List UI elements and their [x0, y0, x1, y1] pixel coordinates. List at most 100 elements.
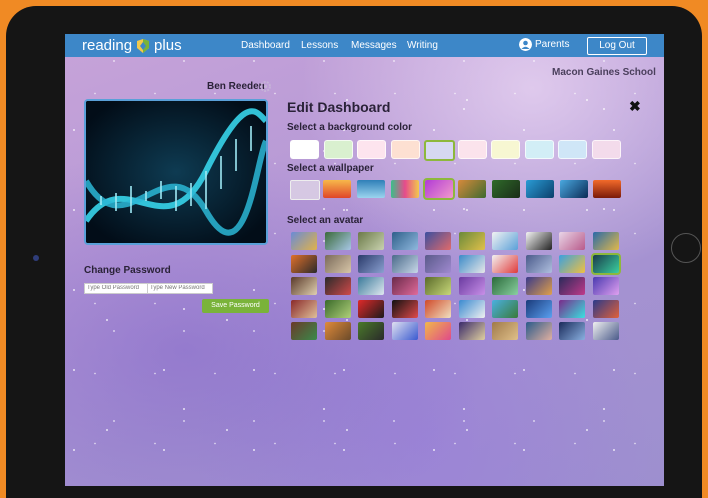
avatar-option[interactable] — [592, 232, 619, 250]
avatar-option[interactable] — [492, 277, 518, 295]
avatar-option[interactable] — [458, 299, 485, 318]
background-color-swatch-selected[interactable] — [424, 140, 455, 161]
avatar-option[interactable] — [525, 232, 552, 250]
logo-mark-icon — [137, 38, 150, 53]
nav-writing[interactable]: Writing — [407, 40, 438, 51]
avatar-option[interactable] — [391, 254, 418, 273]
background-color-swatch[interactable] — [323, 140, 353, 159]
wallpaper-option[interactable] — [560, 180, 588, 198]
save-password-button[interactable]: Save Password — [202, 299, 269, 313]
avatar-option[interactable] — [291, 254, 317, 273]
avatar-option[interactable] — [492, 254, 518, 273]
avatar-option[interactable] — [458, 277, 485, 295]
user-name: Ben Reeden — [207, 81, 265, 92]
background-color-label: Select a background color — [287, 122, 413, 133]
avatar-option[interactable] — [425, 254, 451, 273]
avatar-option[interactable] — [324, 277, 351, 295]
avatar-option[interactable] — [458, 232, 485, 250]
wallpaper-option[interactable] — [492, 180, 520, 198]
avatar-option[interactable] — [525, 299, 552, 318]
background-color-swatch[interactable] — [357, 140, 386, 159]
logo-text-1: reading — [82, 37, 133, 54]
new-password-input[interactable] — [147, 283, 213, 294]
avatar-label: Select an avatar — [287, 215, 364, 226]
avatar-option[interactable] — [559, 322, 585, 340]
avatar-option[interactable] — [592, 277, 619, 295]
close-icon[interactable]: ✖ — [629, 98, 641, 115]
avatar-option[interactable] — [358, 322, 384, 340]
avatar-option[interactable] — [324, 322, 351, 340]
avatar-option[interactable] — [525, 254, 552, 273]
old-password-input[interactable] — [84, 283, 148, 294]
avatar-option[interactable] — [358, 277, 384, 295]
wallpaper-option[interactable] — [357, 180, 385, 198]
logo-text-2: plus — [154, 37, 182, 54]
avatar-option[interactable] — [391, 322, 418, 340]
tablet-frame: reading plus Dashboard Lessons Messages … — [6, 6, 702, 498]
logo[interactable]: reading plus — [82, 37, 182, 54]
top-navbar: reading plus Dashboard Lessons Messages … — [65, 34, 664, 57]
dna-helix-icon — [86, 101, 266, 243]
school-name: Macon Gaines School — [552, 67, 656, 78]
wallpaper-option[interactable] — [290, 180, 320, 200]
avatar-option[interactable] — [324, 254, 351, 273]
avatar-option[interactable] — [559, 277, 585, 295]
avatar-option-selected[interactable] — [590, 252, 621, 275]
parents-label: Parents — [535, 39, 570, 50]
avatar-option[interactable] — [525, 277, 552, 295]
avatar-option[interactable] — [358, 299, 384, 318]
wallpaper-option[interactable] — [458, 180, 486, 198]
avatar-option[interactable] — [425, 322, 451, 340]
avatar-option[interactable] — [425, 299, 451, 318]
wallpaper-option[interactable] — [391, 180, 419, 198]
avatar-option[interactable] — [425, 277, 451, 295]
background-color-swatch[interactable] — [558, 140, 587, 159]
profile-avatar-image — [84, 99, 268, 245]
wallpaper-label: Select a wallpaper — [287, 163, 374, 174]
avatar-option[interactable] — [391, 232, 418, 250]
avatar-option[interactable] — [358, 232, 384, 250]
avatar-option[interactable] — [291, 277, 317, 295]
avatar-option[interactable] — [324, 232, 351, 250]
home-button[interactable] — [671, 233, 701, 263]
logout-button[interactable]: Log Out — [587, 37, 647, 55]
nav-dashboard[interactable]: Dashboard — [241, 40, 290, 51]
parents-link[interactable]: Parents — [519, 38, 569, 51]
background-color-swatch[interactable] — [390, 140, 420, 159]
background-color-swatch[interactable] — [591, 140, 621, 159]
background-color-swatch[interactable] — [524, 140, 554, 159]
wallpaper-option[interactable] — [526, 180, 554, 198]
avatar-option[interactable] — [492, 299, 518, 318]
avatar-option[interactable] — [525, 322, 552, 340]
background-color-swatch[interactable] — [491, 140, 520, 159]
change-password-heading: Change Password — [84, 265, 171, 276]
user-icon — [519, 38, 532, 51]
avatar-option[interactable] — [391, 277, 418, 295]
camera-sensor — [33, 255, 39, 261]
avatar-option[interactable] — [291, 232, 317, 250]
background-color-swatch[interactable] — [290, 140, 319, 159]
background-color-swatch[interactable] — [457, 140, 487, 159]
avatar-option[interactable] — [559, 299, 585, 318]
gear-icon[interactable] — [260, 81, 271, 92]
avatar-option[interactable] — [592, 322, 619, 340]
avatar-option[interactable] — [324, 299, 351, 318]
edit-dashboard-title: Edit Dashboard — [287, 99, 391, 115]
avatar-option[interactable] — [458, 254, 485, 273]
nav-lessons[interactable]: Lessons — [301, 40, 338, 51]
nav-messages[interactable]: Messages — [351, 40, 397, 51]
avatar-option[interactable] — [492, 322, 518, 340]
avatar-option[interactable] — [559, 254, 585, 273]
avatar-option[interactable] — [291, 299, 317, 318]
avatar-option[interactable] — [458, 322, 485, 340]
avatar-option[interactable] — [391, 299, 418, 318]
wallpaper-option[interactable] — [593, 180, 621, 198]
avatar-option[interactable] — [358, 254, 384, 273]
wallpaper-option-selected[interactable] — [423, 178, 455, 200]
avatar-option[interactable] — [559, 232, 585, 250]
avatar-option[interactable] — [592, 299, 619, 318]
avatar-option[interactable] — [492, 232, 518, 250]
wallpaper-option[interactable] — [323, 180, 351, 198]
avatar-option[interactable] — [425, 232, 451, 250]
avatar-option[interactable] — [291, 322, 317, 340]
